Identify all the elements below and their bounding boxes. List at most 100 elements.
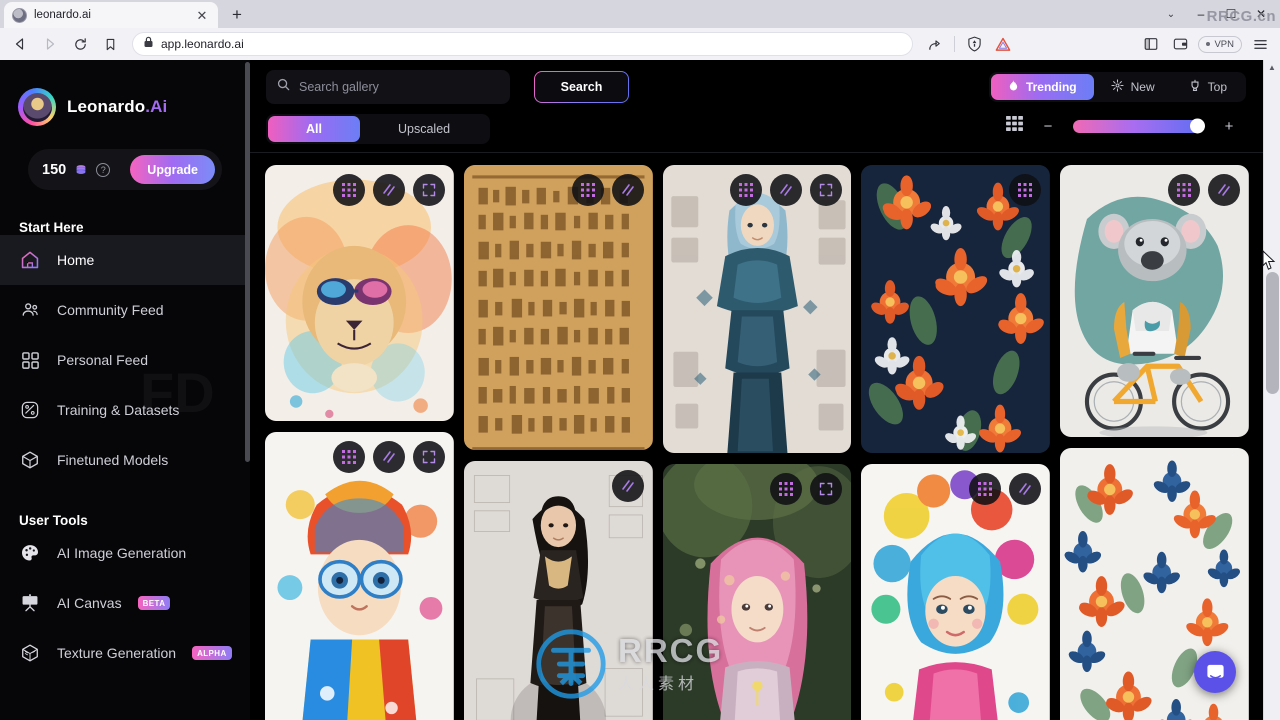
- zoom-slider[interactable]: [1073, 118, 1205, 134]
- gallery-card-egyptian-hieroglyphs-artwork[interactable]: [463, 165, 653, 450]
- expand-fullscreen-icon[interactable]: [810, 473, 843, 505]
- leo-ai-icon[interactable]: [989, 31, 1017, 57]
- sidebar-item-home[interactable]: Home: [0, 235, 250, 285]
- filter-tab-all[interactable]: All: [268, 116, 360, 142]
- intercom-chat-icon: [1206, 664, 1224, 679]
- card-action-overlay: [730, 174, 843, 206]
- new-tab-button[interactable]: +: [224, 2, 250, 28]
- gallery-card-girl-glasses-colorful-artwork[interactable]: [265, 432, 454, 720]
- pixelate-icon[interactable]: [571, 174, 604, 206]
- scrollbar-thumb[interactable]: [1266, 272, 1279, 394]
- gallery-columns: [265, 165, 1249, 720]
- search-input[interactable]: [299, 80, 499, 94]
- expand-fullscreen-icon[interactable]: [412, 441, 445, 473]
- zoom-slider-knob[interactable]: [1190, 118, 1205, 134]
- expand-fullscreen-icon[interactable]: [810, 174, 843, 206]
- card-artwork: [662, 165, 852, 453]
- upgrade-button[interactable]: Upgrade: [130, 155, 215, 184]
- lock-icon: [143, 35, 154, 53]
- sidebar-item-label: Personal Feed: [57, 352, 149, 368]
- pixelate-icon[interactable]: [969, 473, 1002, 505]
- back-icon[interactable]: [6, 31, 34, 57]
- brave-shields-icon[interactable]: [960, 31, 988, 57]
- texture-cube-icon: [19, 642, 41, 664]
- variations-icon[interactable]: [1207, 174, 1240, 206]
- gallery-column: [861, 165, 1051, 720]
- sidebar-item-label: Finetuned Models: [57, 452, 169, 468]
- zoom-in-button[interactable]: +: [1221, 119, 1237, 134]
- brand-logo[interactable]: Leonardo.Ai: [0, 60, 250, 126]
- token-coin-icon: [74, 163, 88, 177]
- sidebar-item-texture-generation[interactable]: Texture Generation ALPHA: [0, 628, 250, 678]
- app-sidebar: Leonardo.Ai 150 ? Upgrade Start Here Hom…: [0, 60, 250, 720]
- sidebar-toggle-icon[interactable]: [1137, 31, 1165, 57]
- variations-icon[interactable]: [611, 174, 644, 206]
- tab-label: Trending: [1025, 80, 1077, 94]
- brand-name-suffix: .Ai: [145, 97, 168, 116]
- gallery-card-orange-floral-pattern-artwork[interactable]: [861, 165, 1051, 453]
- vpn-button[interactable]: VPN: [1198, 35, 1242, 53]
- pixelate-icon[interactable]: [730, 174, 763, 206]
- grid-density-icon[interactable]: [1006, 116, 1023, 136]
- people-icon: [19, 299, 41, 321]
- sidebar-item-ai-image-generation[interactable]: AI Image Generation: [0, 528, 250, 578]
- brand-name-main: Leonardo: [67, 97, 146, 116]
- expand-fullscreen-icon[interactable]: [412, 174, 445, 206]
- card-action-overlay: [332, 441, 445, 473]
- sidebar-item-personal-feed[interactable]: Personal Feed: [0, 335, 250, 385]
- tab-new[interactable]: New: [1094, 74, 1172, 100]
- sidebar-item-label: Community Feed: [57, 302, 164, 318]
- scroll-up-arrow-icon[interactable]: ▲: [1264, 60, 1280, 75]
- variations-icon[interactable]: [611, 470, 644, 502]
- trophy-icon: [1189, 79, 1201, 95]
- card-action-overlay: [1167, 174, 1240, 206]
- pixelate-icon[interactable]: [1167, 174, 1200, 206]
- reload-icon[interactable]: [66, 31, 94, 57]
- gallery-card-lion-sunglasses-artwork[interactable]: [265, 165, 454, 421]
- close-icon[interactable]: ✕: [194, 9, 210, 22]
- intercom-chat-button[interactable]: [1194, 651, 1236, 693]
- variations-icon[interactable]: [1009, 473, 1042, 505]
- zoom-out-button[interactable]: −: [1040, 119, 1056, 134]
- maximize-button[interactable]: ☐: [1216, 0, 1246, 28]
- gallery-column: [1060, 165, 1249, 720]
- page-scrollbar[interactable]: ▲: [1263, 60, 1280, 720]
- pixelate-icon[interactable]: [332, 174, 365, 206]
- gallery-card-koala-bicycle-artwork[interactable]: [1060, 165, 1249, 437]
- search-button[interactable]: Search: [534, 71, 629, 103]
- gallery-card-blue-hair-warrior-artwork[interactable]: [662, 165, 852, 453]
- gallery-card-pink-hair-fairy-artwork[interactable]: [662, 464, 852, 720]
- search-field-wrapper[interactable]: [266, 70, 510, 104]
- sidebar-item-label: Texture Generation: [57, 645, 177, 661]
- sidebar-item-label: AI Canvas: [57, 595, 122, 611]
- gallery-card-dark-haired-warrior-sheet-artwork[interactable]: [463, 461, 653, 720]
- share-icon[interactable]: [921, 31, 949, 57]
- minimize-button[interactable]: –: [1186, 0, 1216, 28]
- help-icon[interactable]: ?: [96, 162, 111, 177]
- filter-tab-upscaled[interactable]: Upscaled: [360, 116, 488, 142]
- pixelate-icon[interactable]: [332, 441, 365, 473]
- close-window-button[interactable]: ✕: [1246, 0, 1276, 28]
- sidebar-item-ai-canvas[interactable]: AI Canvas BETA: [0, 578, 250, 628]
- hamburger-menu-icon[interactable]: [1246, 31, 1274, 57]
- sidebar-item-finetuned-models[interactable]: Finetuned Models: [0, 435, 250, 485]
- tab-top[interactable]: Top: [1172, 74, 1244, 100]
- variations-icon[interactable]: [770, 174, 803, 206]
- chevron-down-icon[interactable]: ⌄: [1158, 9, 1184, 20]
- wallet-icon[interactable]: [1166, 31, 1194, 57]
- pixelate-icon[interactable]: [1009, 174, 1042, 206]
- tab-trending[interactable]: Trending: [990, 74, 1094, 100]
- address-bar[interactable]: app.leonardo.ai: [132, 32, 914, 56]
- variations-icon[interactable]: [372, 174, 405, 206]
- filter-tab-group: All Upscaled: [266, 114, 491, 144]
- pixelate-icon[interactable]: [770, 473, 803, 505]
- variations-icon[interactable]: [372, 441, 405, 473]
- gallery-card-rainbow-hair-girl-artwork[interactable]: [861, 464, 1051, 720]
- bookmark-icon[interactable]: [96, 31, 124, 57]
- browser-tab-leonardo[interactable]: leonardo.ai ✕: [4, 2, 218, 28]
- gallery-toolbar: Search Trending New: [250, 60, 1263, 153]
- divider: [954, 36, 956, 52]
- page-viewport: Leonardo.Ai 150 ? Upgrade Start Here Hom…: [0, 60, 1280, 720]
- sidebar-item-community-feed[interactable]: Community Feed: [0, 285, 250, 335]
- sidebar-item-training-datasets[interactable]: Training & Datasets: [0, 385, 250, 435]
